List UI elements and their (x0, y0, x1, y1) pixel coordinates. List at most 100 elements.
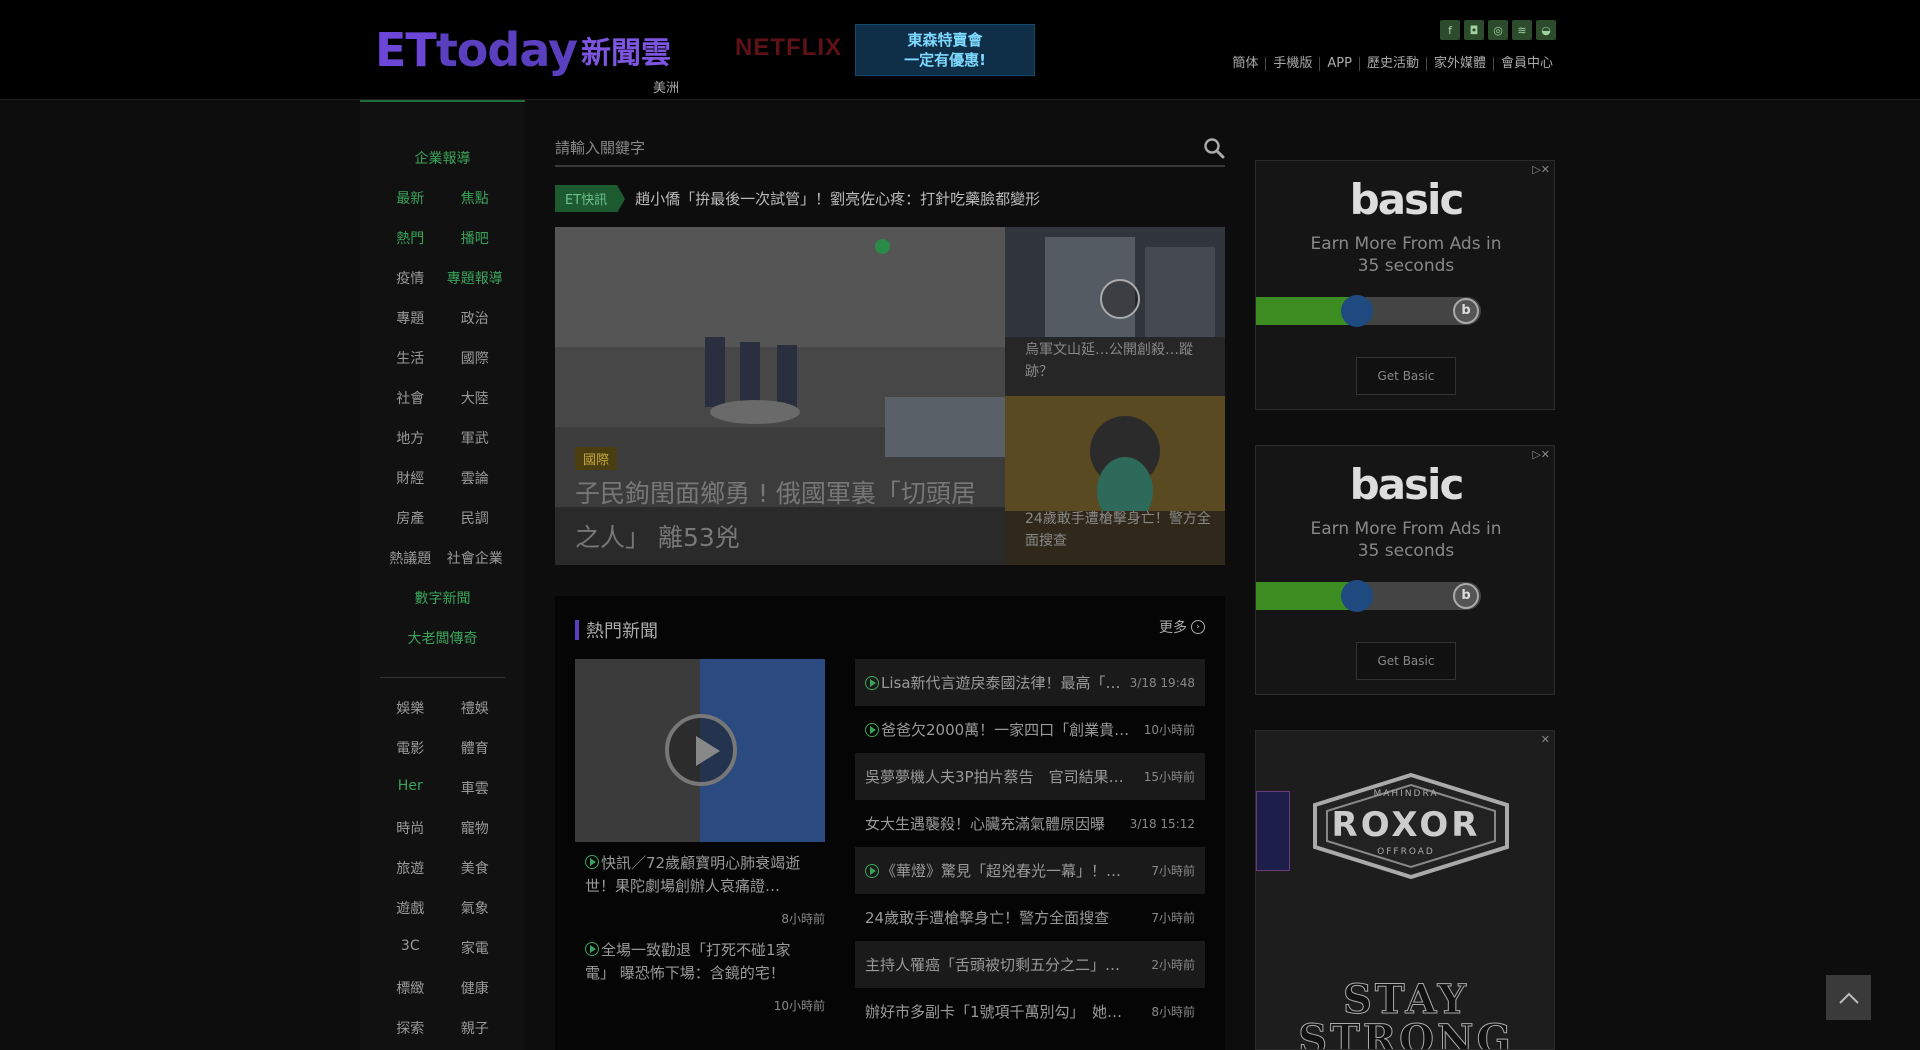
topnav-simplified[interactable]: 簡体 (1225, 57, 1265, 71)
list-item[interactable]: 女大生遇襲殺！心臟充滿氣體原因曝 3/18 15:12 (855, 800, 1205, 847)
sidebar-item[interactable]: 探索 (360, 1018, 443, 1038)
featured-story-1[interactable]: 快訊／72歲顧寶明心肺衰竭逝世！果陀劇場創辦人哀痛證… (585, 852, 815, 898)
list-item-title: 辦好市多副卡「1號項千萬別勾」 她… (865, 1003, 1123, 1021)
get-basic-button[interactable]: Get Basic (1356, 642, 1456, 680)
roxor-ad[interactable]: ✕ MAHINDRA ROXOR OFFROAD STAY STRONG (1255, 730, 1555, 1050)
sidebar-item[interactable]: 3C (360, 938, 443, 958)
hot-news-more-link[interactable]: 更多 › (1159, 617, 1205, 637)
sidebar-item[interactable]: 雲論 (443, 468, 526, 488)
sidebar-item[interactable]: 焦點 (443, 188, 526, 208)
sidebar-item-enterprise[interactable]: 企業報導 (360, 148, 525, 168)
featured-story-1-time: 8小時前 (781, 912, 825, 926)
promo-banner-line1: 東森特賣會 (907, 31, 983, 49)
sidebar-item[interactable]: 氣象 (443, 898, 526, 918)
carousel-dot-active[interactable] (875, 239, 890, 254)
sidebar-item[interactable]: 政治 (443, 308, 526, 328)
sidebar-item[interactable]: 疫情 (360, 268, 443, 288)
sidebar-item[interactable]: 軍武 (443, 428, 526, 448)
sidebar-item[interactable]: 生活 (360, 348, 443, 368)
carousel-dot[interactable] (850, 239, 865, 254)
topnav-app[interactable]: APP (1319, 57, 1359, 71)
sidebar-item[interactable]: 寵物 (443, 818, 526, 838)
sidebar-item[interactable]: 電影 (360, 738, 443, 758)
list-item[interactable]: 辦好市多副卡「1號項千萬別勾」 她… 8小時前 (855, 988, 1205, 1035)
sidebar-item[interactable]: 禮娛 (443, 698, 526, 718)
region-label[interactable]: 美洲 (653, 77, 679, 96)
hero-side-story-1[interactable]: 烏軍文山延…公開創殺…蹤跡？ (1005, 227, 1225, 396)
search-input[interactable] (555, 133, 1175, 163)
sidebar-item[interactable]: 健康 (443, 978, 526, 998)
sidebar-item[interactable]: 時尚 (360, 818, 443, 838)
list-item[interactable]: 爸爸欠2000萬！一家四口「創業貴… 10小時前 (855, 706, 1205, 753)
site-logo[interactable]: ET today 新聞雲 (375, 22, 671, 78)
sidebar-item[interactable]: 財經 (360, 468, 443, 488)
podcast-icon[interactable]: ◎ (1488, 20, 1508, 40)
list-item[interactable]: 吳夢夢機人夫3P拍片蔡告 官司結果… 15小時前 (855, 753, 1205, 800)
sidebar-item[interactable]: 娛樂 (360, 698, 443, 718)
hero-main-story[interactable]: 國際 子民鉤閏面鄉勇 ! 俄國軍裏「切頭居之人」 離53兇 (555, 227, 1005, 565)
sidebar-item[interactable]: 標緻 (360, 978, 443, 998)
sidebar-item[interactable]: 體育 (443, 738, 526, 758)
carousel-dot[interactable] (950, 239, 965, 254)
get-basic-button[interactable]: Get Basic (1356, 357, 1456, 395)
basic-ad-1[interactable]: ▷✕ basic Earn More From Ads in 35 second… (1255, 160, 1555, 410)
topnav-mobile[interactable]: 手機版 (1265, 57, 1319, 71)
back-to-top-button[interactable] (1826, 975, 1871, 1020)
sidebar-item[interactable]: 社會企業 (443, 548, 526, 568)
carousel-dot[interactable] (900, 239, 915, 254)
instagram-icon[interactable]: ◘ (1464, 20, 1484, 40)
site-header: ET today 新聞雲 美洲 NETFLIX 東森特賣會 一定有優惠! f ◘ ◎… (0, 0, 1920, 100)
hot-featured-video[interactable] (575, 659, 825, 842)
sidebar-item[interactable]: 熱議題 (360, 548, 443, 568)
sidebar-item[interactable]: Her (360, 778, 443, 798)
category-sidebar: 企業報導 最新 焦點 熱門 播吧 疫情 專題報導 專題 政治 生活 國際 社會 大陸 地方軍… (360, 100, 525, 1050)
sidebar-item[interactable]: 遊戲 (360, 898, 443, 918)
sidebar-item[interactable]: 最新 (360, 188, 443, 208)
sidebar-item[interactable]: 美食 (443, 858, 526, 878)
promo-banner[interactable]: 東森特賣會 一定有優惠! (855, 24, 1035, 76)
basic-b-icon: b (1453, 583, 1479, 609)
sidebar-item[interactable]: 社會 (360, 388, 443, 408)
sidebar-item[interactable]: 專題報導 (443, 268, 526, 288)
list-item[interactable]: 24歲敢手遭槍擊身亡！警方全面搜查 7小時前 (855, 894, 1205, 941)
featured-story-2-title: 全場一致勸退「打死不碰1家電」 曝恐怖下場：含鏡的宅！ (585, 941, 791, 982)
rss-icon[interactable]: ≋ (1512, 20, 1532, 40)
topnav-history[interactable]: 歷史活動 (1358, 57, 1426, 71)
sidebar-row: 專題 政治 (360, 308, 525, 328)
list-item[interactable]: 主持人罹癌「舌頭被切剩五分之二」… 2小時前 (855, 941, 1205, 988)
sidebar-item[interactable]: 國際 (443, 348, 526, 368)
logo-cn: 新聞雲 (580, 36, 671, 71)
ad-close-icon[interactable]: ✕ (1541, 733, 1550, 746)
list-item-time: 3/18 19:48 (1129, 675, 1195, 690)
sidebar-item[interactable]: 房產 (360, 508, 443, 528)
ad-progress-track: b (1256, 295, 1481, 327)
topnav-outdoor-media[interactable]: 家外媒體 (1425, 57, 1493, 71)
featured-story-2[interactable]: 全場一致勸退「打死不碰1家電」 曝恐怖下場：含鏡的宅！ (585, 939, 815, 985)
sidebar-item-boss-legend[interactable]: 大老闆傳奇 (360, 628, 525, 648)
list-item[interactable]: Lisa新代言遊戾泰國法律！最高「… 3/18 19:48 (855, 659, 1205, 706)
sidebar-item[interactable]: 車雲 (443, 778, 526, 798)
topnav-member[interactable]: 會員中心 (1492, 57, 1560, 71)
sidebar-item[interactable]: 家電 (443, 938, 526, 958)
sidebar-item-data-news[interactable]: 數字新聞 (360, 588, 525, 608)
search-icon[interactable] (1203, 137, 1225, 159)
netflix-ad-logo[interactable]: NETFLIX (735, 34, 842, 62)
carousel-dot[interactable] (975, 239, 990, 254)
facebook-icon[interactable]: f (1440, 20, 1460, 40)
basic-ad-2[interactable]: ▷✕ basic Earn More From Ads in 35 second… (1255, 445, 1555, 695)
sidebar-item[interactable]: 地方 (360, 428, 443, 448)
breaking-news-headline[interactable]: 趙小僑「拚最後一次試管」！劉亮佐心疼：打針吃藥臉都變形 (635, 188, 1040, 209)
sidebar-item[interactable]: 旅遊 (360, 858, 443, 878)
sidebar-item[interactable]: 熱門 (360, 228, 443, 248)
list-item[interactable]: 《華燈》驚見「超兇春光一幕」！… 7小時前 (855, 847, 1205, 894)
sidebar-row: 生活 國際 (360, 348, 525, 368)
sidebar-item[interactable]: 播吧 (443, 228, 526, 248)
play-icon[interactable] (665, 714, 737, 786)
sidebar-item[interactable]: 專題 (360, 308, 443, 328)
sidebar-item[interactable]: 大陸 (443, 388, 526, 408)
sidebar-item[interactable]: 親子 (443, 1018, 526, 1038)
carousel-dot[interactable] (925, 239, 940, 254)
sidebar-item[interactable]: 民調 (443, 508, 526, 528)
hero-side-story-2[interactable]: 24歲敢手遭槍擊身亡！警方全面搜查 (1005, 396, 1225, 565)
line-icon[interactable]: ◒ (1536, 20, 1556, 40)
